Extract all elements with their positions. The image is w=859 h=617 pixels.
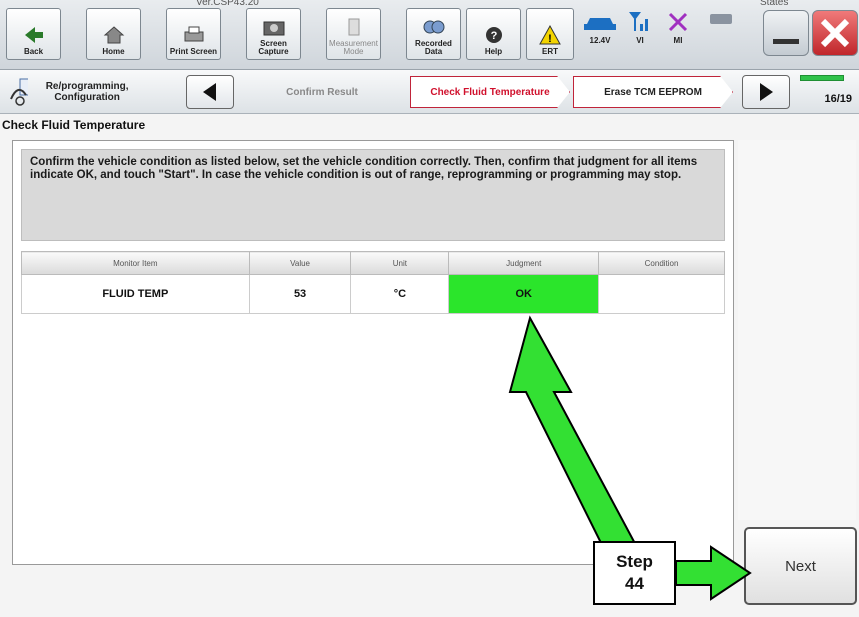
main-panel: Confirm the vehicle condition as listed … xyxy=(12,140,734,565)
close-icon xyxy=(820,18,850,48)
progress-count: 16/19 xyxy=(824,93,852,105)
cell-unit: °C xyxy=(350,274,450,314)
back-arrow-icon xyxy=(24,27,43,43)
printer-icon xyxy=(184,26,203,42)
table-row: FLUID TEMP 53 °C OK xyxy=(21,274,725,314)
device-icon xyxy=(710,14,732,24)
cell-value: 53 xyxy=(248,274,352,314)
vi-status: VI xyxy=(625,10,655,45)
minimize-icon xyxy=(773,39,799,44)
header-unit: Unit xyxy=(350,251,450,275)
next-button[interactable]: Next xyxy=(744,527,857,605)
reprogramming-icon xyxy=(10,78,29,106)
svg-text:!: ! xyxy=(548,33,552,45)
recorded-data-icon xyxy=(423,20,444,34)
home-icon xyxy=(103,26,124,44)
help-button[interactable]: ? Help xyxy=(466,8,521,60)
page-title: Check Fluid Temperature xyxy=(2,118,146,132)
camera-icon xyxy=(263,21,284,36)
top-toolbar: Ver.CSP43.20 States Back Home Print Scre… xyxy=(0,0,859,70)
side-panel xyxy=(738,140,856,520)
progress-bar xyxy=(800,75,844,81)
step-confirm-result: Confirm Result xyxy=(286,86,358,98)
battery-voltage: 12.4V xyxy=(589,36,611,45)
ert-label: ERT xyxy=(542,47,558,56)
back-label: Back xyxy=(23,47,44,56)
step-erase-tcm: Erase TCM EEPROM xyxy=(573,76,733,108)
instruction-text: Confirm the vehicle condition as listed … xyxy=(21,149,725,241)
header-value: Value xyxy=(248,251,352,275)
prev-step-button[interactable] xyxy=(186,75,234,109)
reprogramming-section: Re/programming, Configuration xyxy=(8,76,138,108)
home-button[interactable]: Home xyxy=(86,8,141,60)
recorded-data-button[interactable]: Recorded Data xyxy=(406,8,461,60)
next-step-button[interactable] xyxy=(742,75,790,109)
measurement-mode-button[interactable]: Measurement Mode xyxy=(326,8,381,60)
mi-status: MI xyxy=(663,10,693,45)
measurement-mode-label: Measurement Mode xyxy=(329,39,378,56)
ert-button[interactable]: ! ERT xyxy=(526,8,574,60)
triangle-right-icon xyxy=(760,83,773,101)
step-progress: 16/19 xyxy=(800,75,856,109)
vi-label: VI xyxy=(636,36,644,45)
home-label: Home xyxy=(102,47,125,56)
step-current: Check Fluid Temperature xyxy=(410,76,570,108)
mi-label: MI xyxy=(673,36,683,45)
disconnected-icon xyxy=(668,12,688,32)
step-annotation-number: 44 xyxy=(625,574,644,593)
version-label: Ver.CSP43.20 xyxy=(196,0,259,8)
cell-judgment: OK xyxy=(448,274,600,314)
screen-capture-label: Screen Capture xyxy=(258,39,289,56)
back-button[interactable]: Back xyxy=(6,8,61,60)
help-icon: ? xyxy=(485,27,502,43)
header-condition: Condition xyxy=(598,251,725,275)
help-label: Help xyxy=(484,47,503,56)
step-annotation-box: Step 44 xyxy=(593,541,676,605)
screen-capture-button[interactable]: Screen Capture xyxy=(246,8,301,60)
step-annotation-label: Step xyxy=(616,552,653,571)
battery-status: 12.4V xyxy=(580,10,620,45)
triangle-left-icon xyxy=(203,83,216,101)
meter-icon xyxy=(348,18,359,36)
minimize-button[interactable] xyxy=(763,10,809,56)
status-indicators: 12.4V VI MI xyxy=(580,10,780,60)
close-button[interactable] xyxy=(812,10,858,56)
states-label: States xyxy=(760,0,789,8)
car-icon xyxy=(584,18,616,30)
recorded-data-label: Recorded Data xyxy=(415,39,452,56)
cell-condition xyxy=(598,274,725,314)
signal-icon xyxy=(629,12,648,31)
cell-monitor-item: FLUID TEMP xyxy=(21,274,250,314)
step-navigation: Re/programming, Configuration Confirm Re… xyxy=(0,70,859,114)
header-judgment: Judgment xyxy=(448,251,600,275)
print-screen-label: Print Screen xyxy=(169,47,218,56)
monitor-table: Monitor Item Value Unit Judgment Conditi… xyxy=(21,251,725,314)
section-label: Re/programming, Configuration xyxy=(45,81,129,103)
print-screen-button[interactable]: Print Screen xyxy=(166,8,221,60)
warning-icon: ! xyxy=(539,25,561,45)
header-monitor-item: Monitor Item xyxy=(21,251,250,275)
svg-text:?: ? xyxy=(490,30,497,42)
device-status xyxy=(706,10,736,36)
